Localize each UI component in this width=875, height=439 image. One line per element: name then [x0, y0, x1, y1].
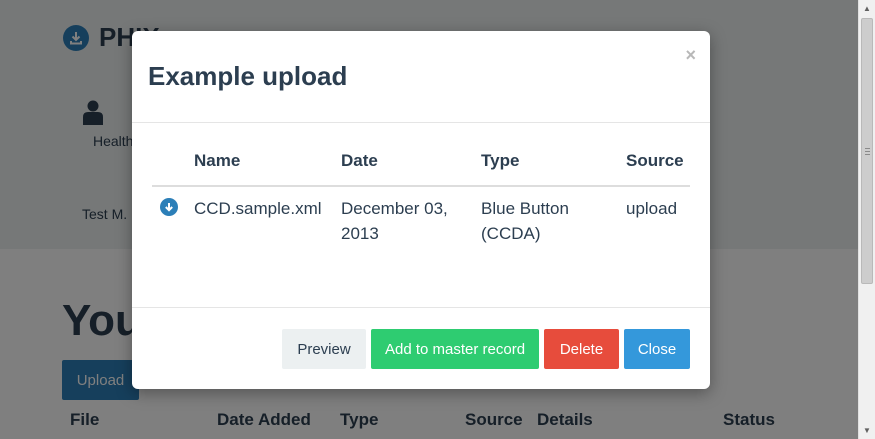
- upload-table-header: Name Date Type Source: [152, 151, 690, 187]
- file-name: CCD.sample.xml: [194, 199, 322, 218]
- modal-header: Example upload ×: [132, 31, 710, 123]
- upload-modal: Example upload × Name Date Type Source C…: [132, 31, 710, 389]
- add-to-master-record-button[interactable]: Add to master record: [371, 329, 539, 369]
- modal-title: Example upload: [148, 61, 348, 91]
- page-scrollbar[interactable]: ▲ ▼: [858, 0, 875, 439]
- scrollbar-thumb[interactable]: [861, 18, 873, 284]
- column-header-source: Source: [626, 151, 684, 170]
- delete-button[interactable]: Delete: [544, 329, 619, 369]
- close-button[interactable]: Close: [624, 329, 690, 369]
- file-type: Blue Button (CCDA): [481, 199, 569, 243]
- file-date: December 03, 2013: [341, 199, 448, 243]
- modal-footer: Preview Add to master record Delete Clos…: [132, 307, 710, 389]
- file-source: upload: [626, 199, 678, 218]
- close-icon[interactable]: ×: [685, 45, 696, 66]
- table-row: CCD.sample.xml December 03, 2013 Blue Bu…: [152, 187, 690, 257]
- column-header-type: Type: [481, 151, 520, 170]
- column-header-date: Date: [341, 151, 378, 170]
- scroll-up-arrow-icon[interactable]: ▲: [859, 0, 875, 17]
- scroll-down-arrow-icon[interactable]: ▼: [859, 422, 875, 439]
- preview-button[interactable]: Preview: [282, 329, 366, 369]
- download-circle-icon[interactable]: [160, 198, 178, 216]
- column-header-name: Name: [194, 151, 241, 170]
